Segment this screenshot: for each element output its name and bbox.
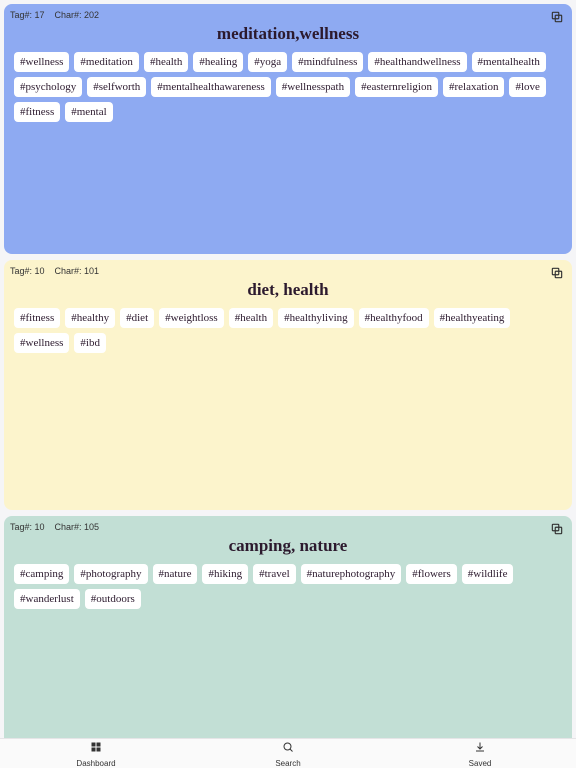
hashtag-chip[interactable]: #mentalhealth — [472, 52, 546, 72]
hashtag-chip[interactable]: #yoga — [248, 52, 287, 72]
hashtag-chip[interactable]: #healthyfood — [359, 308, 429, 328]
nav-label-saved: Saved — [469, 759, 492, 768]
char-count: Char#: 105 — [55, 522, 100, 532]
hashtag-chip[interactable]: #healthy — [65, 308, 115, 328]
tag-count: Tag#: 10 — [10, 266, 45, 276]
char-count: Char#: 202 — [55, 10, 100, 20]
hashtag-chip[interactable]: #flowers — [406, 564, 457, 584]
tag-count: Tag#: 17 — [10, 10, 45, 20]
hashtag-chip[interactable]: #weightloss — [159, 308, 224, 328]
hashtag-chip[interactable]: #easternreligion — [355, 77, 438, 97]
hashtag-chip[interactable]: #wildlife — [462, 564, 514, 584]
copy-icon[interactable] — [550, 522, 564, 536]
copy-icon[interactable] — [550, 10, 564, 24]
hashtag-chip[interactable]: #photography — [74, 564, 147, 584]
hashtag-chip[interactable]: #mindfulness — [292, 52, 363, 72]
hashtag-chip[interactable]: #health — [144, 52, 188, 72]
hashtag-chip[interactable]: #relaxation — [443, 77, 504, 97]
hashtag-chip[interactable]: #healthyliving — [278, 308, 354, 328]
hashtag-chip[interactable]: #healing — [193, 52, 243, 72]
hashtag-chip[interactable]: #selfworth — [87, 77, 146, 97]
hashtag-chip[interactable]: #psychology — [14, 77, 82, 97]
hashtag-chip[interactable]: #travel — [253, 564, 296, 584]
hashtag-chip[interactable]: #healthandwellness — [368, 52, 466, 72]
card-title: camping, nature — [10, 536, 566, 556]
tag-card: Tag#: 17 Char#: 202 meditation,wellness #we… — [4, 4, 572, 254]
card-meta: Tag#: 10 Char#: 105 — [10, 522, 566, 532]
hashtag-chip[interactable]: #health — [229, 308, 273, 328]
hashtag-chip[interactable]: #fitness — [14, 308, 60, 328]
copy-icon[interactable] — [550, 266, 564, 280]
nav-label-dashboard: Dashboard — [76, 759, 115, 768]
tag-list: #wellness#meditation#health#healing#yoga… — [10, 52, 566, 122]
bottom-nav: Dashboard Search Saved — [0, 738, 576, 768]
card-meta: Tag#: 10 Char#: 101 — [10, 266, 566, 276]
hashtag-chip[interactable]: #naturephotography — [301, 564, 402, 584]
hashtag-chip[interactable]: #wellness — [14, 333, 69, 353]
tag-list: #camping#photography #nature#hiking#trave… — [10, 564, 566, 609]
nav-search[interactable]: Search — [192, 739, 384, 768]
hashtag-chip[interactable]: #wanderlust — [14, 589, 80, 609]
tag-card: Tag#: 10Char#: 101diet, health#fitness#h… — [4, 260, 572, 510]
dashboard-icon — [90, 740, 102, 758]
card-title: diet, health — [10, 280, 566, 300]
hashtag-chip[interactable]: #hiking — [202, 564, 248, 584]
hashtag-chip[interactable]: #wellnesspath — [276, 77, 350, 97]
download-icon — [474, 740, 486, 758]
hashtag-chip[interactable]: #ibd — [74, 333, 106, 353]
tag-card: Tag#: 10 Char#: 105 camping, nature #campin… — [4, 516, 572, 738]
tag-list: #fitness#healthy#diet#weightloss#health#… — [10, 308, 566, 353]
hashtag-chip[interactable]: #wellness — [14, 52, 69, 72]
search-icon — [282, 740, 294, 758]
card-meta: Tag#: 17 Char#: 202 — [10, 10, 566, 20]
tag-count: Tag#: 10 — [10, 522, 45, 532]
card-title: meditation,wellness — [10, 24, 566, 44]
hashtag-chip[interactable]: #fitness — [14, 102, 60, 122]
hashtag-chip[interactable]: #outdoors — [85, 589, 141, 609]
hashtag-chip[interactable]: #nature — [153, 564, 198, 584]
nav-dashboard[interactable]: Dashboard — [0, 739, 192, 768]
hashtag-chip[interactable]: #mental — [65, 102, 112, 122]
hashtag-chip[interactable]: #mentalhealthawareness — [151, 77, 271, 97]
nav-label-search: Search — [275, 759, 300, 768]
hashtag-chip[interactable]: #meditation — [74, 52, 139, 72]
nav-saved[interactable]: Saved — [384, 739, 576, 768]
hashtag-chip[interactable]: #love — [509, 77, 545, 97]
card-scroll-area[interactable]: Tag#: 17 Char#: 202 meditation,wellness #we… — [0, 0, 576, 738]
hashtag-chip[interactable]: #diet — [120, 308, 154, 328]
hashtag-chip[interactable]: #camping — [14, 564, 69, 584]
hashtag-chip[interactable]: #healthyeating — [434, 308, 511, 328]
char-count: Char#: 101 — [55, 266, 100, 276]
